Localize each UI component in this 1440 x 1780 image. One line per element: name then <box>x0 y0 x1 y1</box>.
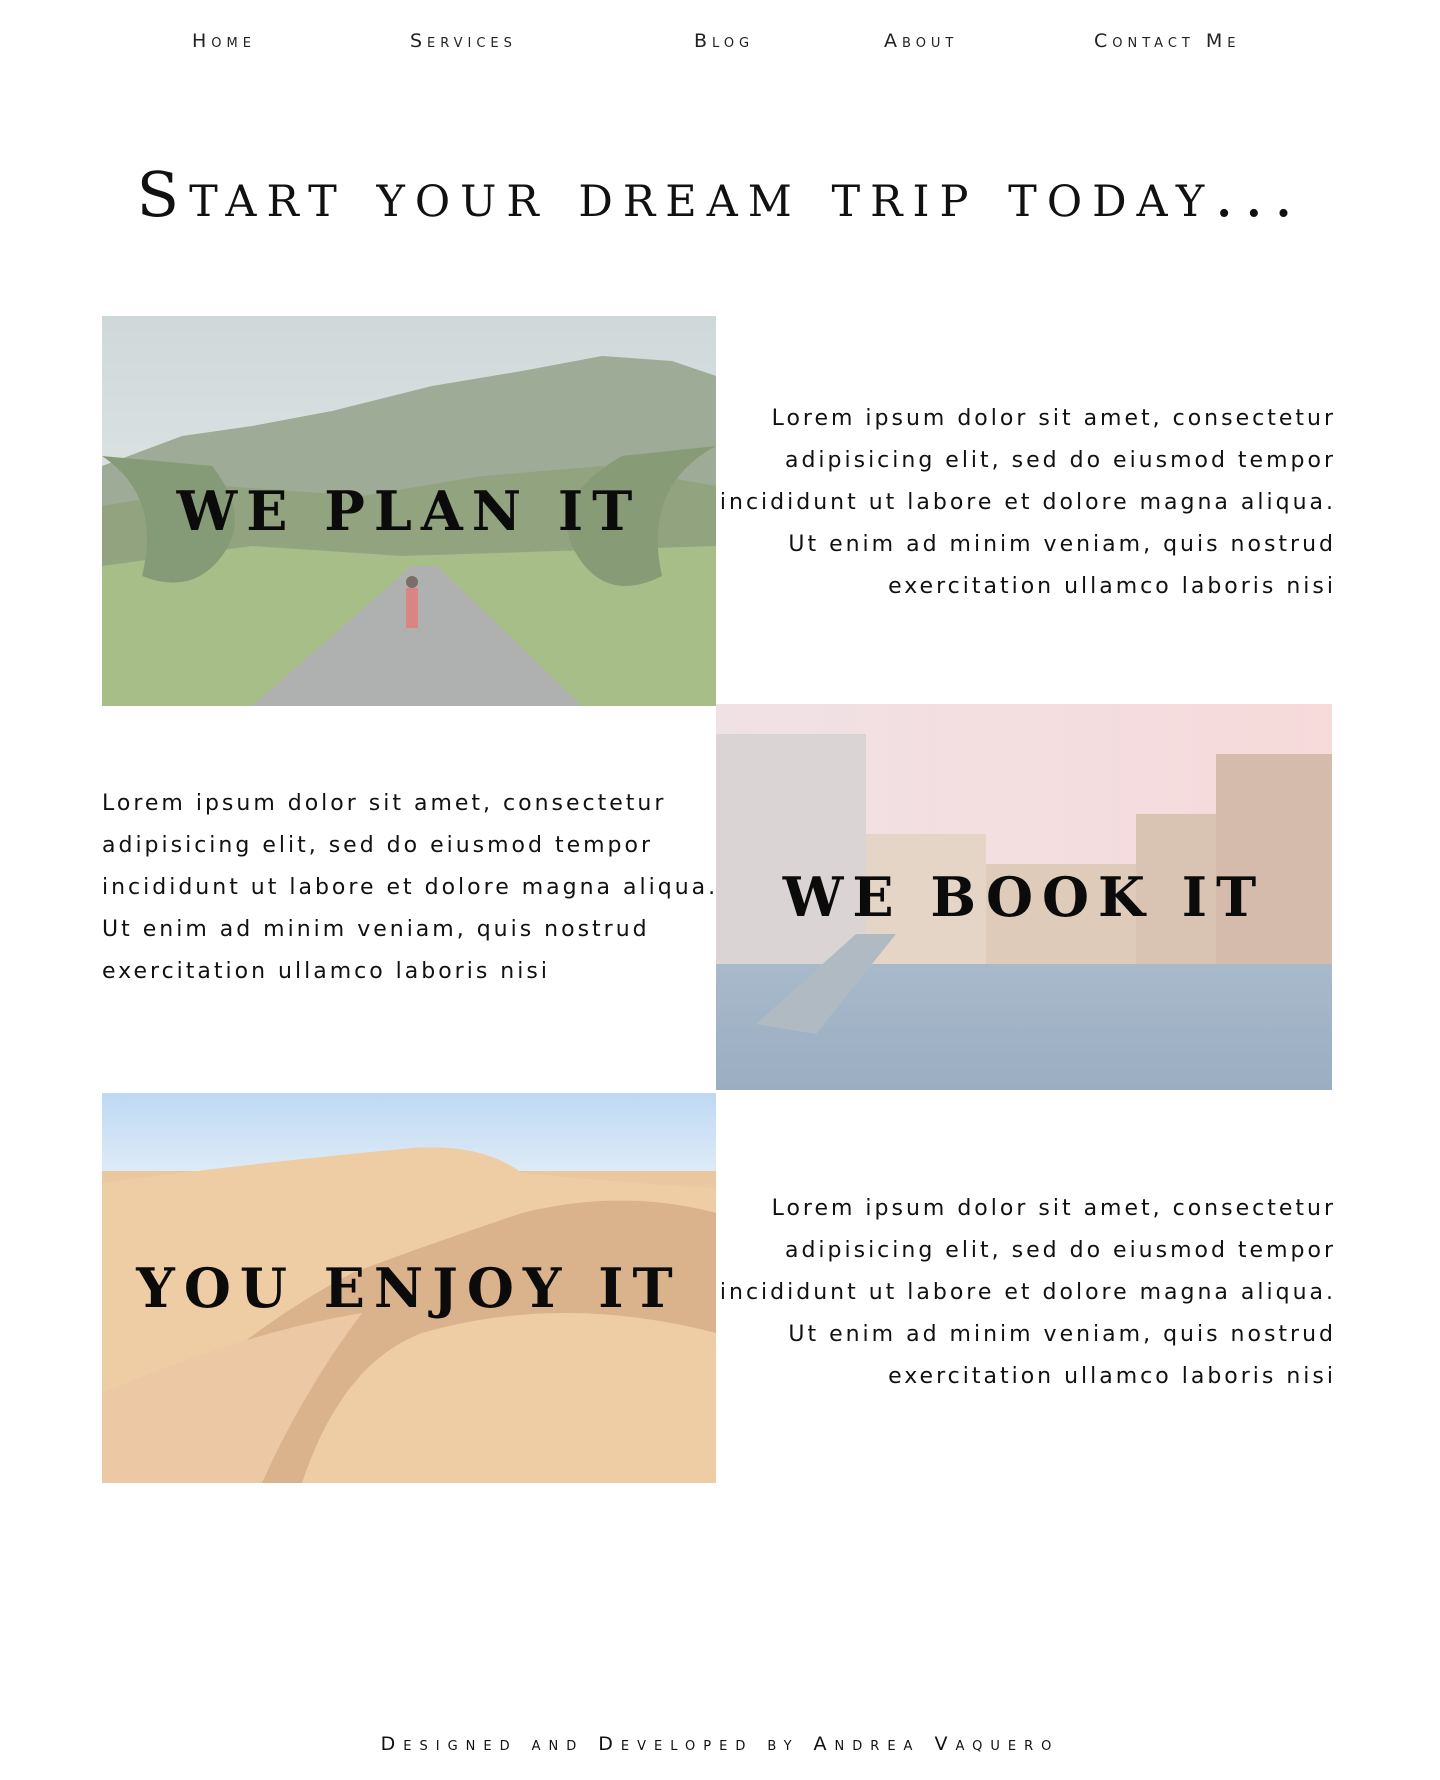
nav-blog-link[interactable]: Blog <box>694 30 754 52</box>
nav-home-link[interactable]: Home <box>192 30 256 52</box>
enjoy-text: Lorem ipsum dolor sit amet, consectetur … <box>719 1196 1336 1389</box>
book-image: WE BOOK IT <box>716 704 1332 1090</box>
hero-title: Start your dream trip today... <box>136 158 1304 231</box>
footer-credit: Designed and Developed by Andrea Vaquero <box>380 1733 1060 1755</box>
book-label: WE BOOK IT <box>782 865 1266 929</box>
plan-image: WE PLAN IT <box>102 316 716 706</box>
plan-text: Lorem ipsum dolor sit amet, consectetur … <box>719 406 1336 599</box>
nav-about-link[interactable]: About <box>884 30 958 52</box>
enjoy-label: YOU ENJOY IT <box>136 1256 682 1320</box>
nav-contact-link[interactable]: Contact Me <box>1094 30 1240 52</box>
plan-label: WE PLAN IT <box>176 479 642 543</box>
main-nav: Home Services Blog About Contact Me <box>0 0 1440 84</box>
enjoy-image: YOU ENJOY IT <box>102 1093 716 1483</box>
book-text: Lorem ipsum dolor sit amet, consectetur … <box>102 791 719 984</box>
nav-services-link[interactable]: Services <box>410 30 517 52</box>
